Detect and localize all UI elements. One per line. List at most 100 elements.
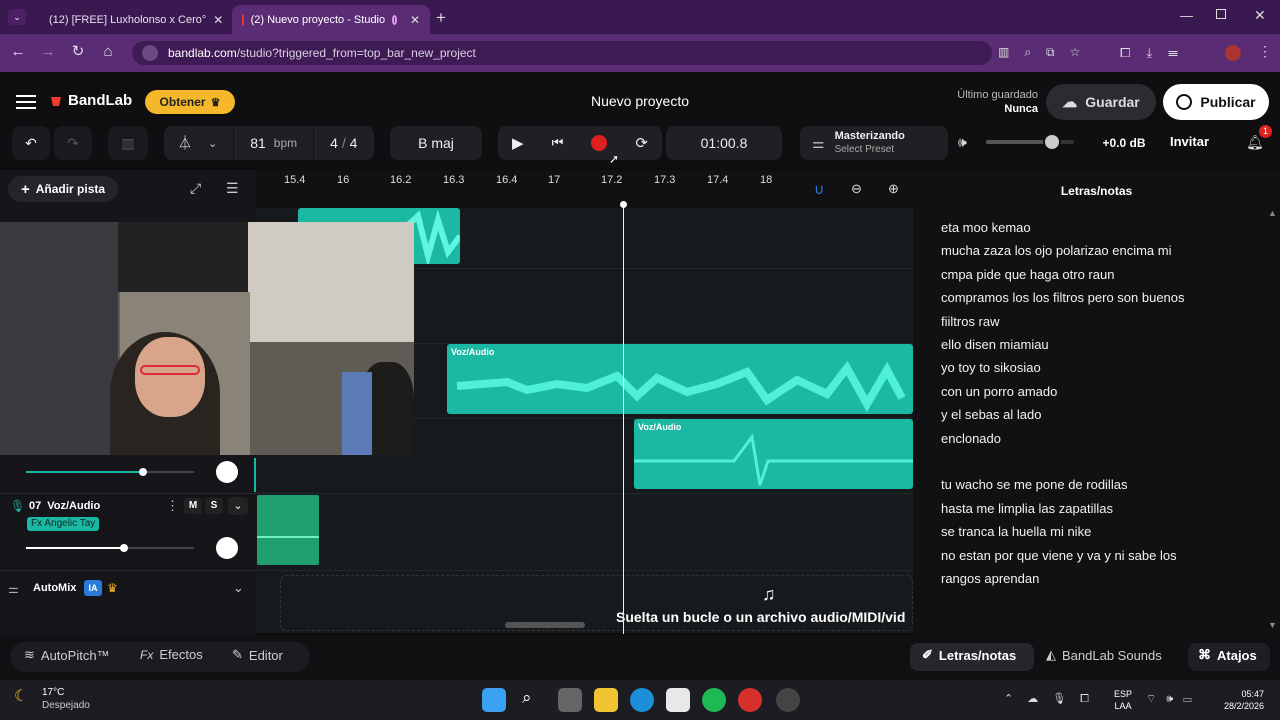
mastering-title: Masterizando xyxy=(834,130,905,142)
track-volume-knob[interactable] xyxy=(139,468,147,476)
skip-back-icon[interactable]: ⏮ xyxy=(552,135,564,151)
effects-button[interactable]: Fx Efectos xyxy=(140,647,203,662)
close-icon[interactable]: ✕ xyxy=(410,13,420,27)
track-volume-slider[interactable] xyxy=(26,468,194,476)
system-tray-icons[interactable]: ⌃☁🎙⧠ xyxy=(1004,692,1103,706)
editor-button[interactable]: ✎ Editor xyxy=(232,647,283,663)
key-selector[interactable]: B maj xyxy=(390,126,482,160)
start-icon[interactable] xyxy=(482,688,506,712)
lyrics-line: hasta me limplia las zapatillas xyxy=(941,500,1113,516)
master-volume-slider[interactable] xyxy=(986,133,1074,151)
solo-button[interactable]: S xyxy=(205,498,223,514)
automix-label[interactable]: AutoMix xyxy=(33,582,76,594)
recorder-icon[interactable] xyxy=(776,688,800,712)
home-icon[interactable]: ⌂ xyxy=(98,42,118,62)
webcam-overlay xyxy=(0,222,414,455)
window-close-icon[interactable]: ✕ xyxy=(1254,7,1266,24)
drop-hint: Suelta un bucle o un archivo audio/MIDI/… xyxy=(616,609,906,625)
autopitch-button[interactable]: ≋ AutoPitch™ xyxy=(24,647,110,663)
lyrics-line: se tranca la huella mi nike xyxy=(941,524,1092,540)
tab-bandlab-sounds[interactable]: ◭ BandLab Sounds xyxy=(1046,647,1162,663)
publish-button[interactable]: Publicar xyxy=(1163,84,1269,120)
edge-icon[interactable] xyxy=(630,688,654,712)
forward-icon[interactable]: → xyxy=(38,42,58,62)
task-view-icon[interactable] xyxy=(558,688,582,712)
language-indicator[interactable]: ESP LAA xyxy=(1114,688,1132,712)
track-volume-knob[interactable] xyxy=(120,544,128,552)
moon-icon: ☾ xyxy=(14,688,29,705)
automation-icon[interactable]: ⤢ xyxy=(190,180,201,197)
tab-lyrics[interactable]: ✐ Letras/notas xyxy=(922,647,1016,663)
url-input[interactable]: bandlab.com/studio?triggered_from=top_ba… xyxy=(132,41,992,65)
undo-button[interactable]: ↶ xyxy=(12,126,50,160)
add-track-button[interactable]: + Añadir pista xyxy=(8,176,118,202)
shortcuts-button[interactable]: ⌘ Atajos xyxy=(1198,647,1257,663)
autopitch-icon: ≋ xyxy=(24,647,35,662)
bpm-value[interactable]: 81 xyxy=(250,135,266,151)
address-bar-actions[interactable]: ▥⌕⧉☆ xyxy=(998,45,1095,60)
audio-clip[interactable]: Voz/Audio xyxy=(634,419,913,489)
bandlab-logo[interactable]: BandLab xyxy=(48,92,132,109)
playhead[interactable] xyxy=(623,204,624,634)
close-icon[interactable]: ✕ xyxy=(213,13,223,27)
metronome-icon[interactable]: ⏃ xyxy=(178,133,192,153)
zoom-out-icon[interactable]: ⊖ xyxy=(851,181,862,197)
profile-avatar[interactable] xyxy=(1225,45,1241,61)
maximize-icon[interactable] xyxy=(1216,9,1226,19)
track-7-title[interactable]: 07 Voz/Audio xyxy=(29,500,100,512)
track-volume-slider[interactable] xyxy=(26,544,194,552)
cloud-upload-icon: ☁ xyxy=(1062,94,1078,111)
mute-button[interactable]: M xyxy=(184,498,202,514)
tab-youtube[interactable]: (12) [FREE] Luxholonso x Cero° ✕ xyxy=(32,5,228,34)
reload-icon[interactable]: ↻ xyxy=(68,42,88,62)
invite-button[interactable]: Invitar xyxy=(1170,134,1209,149)
new-tab-icon[interactable]: + xyxy=(436,8,446,28)
chrome-icon[interactable] xyxy=(738,688,762,712)
save-button[interactable]: ☁ Guardar xyxy=(1046,84,1156,120)
chevron-down-icon[interactable]: ⌄ xyxy=(228,497,248,515)
track-number: 07 xyxy=(29,500,42,512)
time-signature[interactable]: 4 / 4 xyxy=(330,135,357,151)
chevron-down-icon[interactable]: ⌄ xyxy=(233,580,244,596)
file-explorer-icon[interactable] xyxy=(594,688,618,712)
hamburger-menu-icon[interactable] xyxy=(16,95,36,109)
scroll-down-icon[interactable]: ▼ xyxy=(1268,620,1277,630)
pan-knob[interactable] xyxy=(216,461,238,483)
browser-toolbar-icons[interactable]: ⧠⤓☰ xyxy=(1120,45,1194,61)
redo-button[interactable]: ↷ xyxy=(54,126,92,160)
browser-menu-icon[interactable]: ⋮ xyxy=(1258,43,1272,60)
clock[interactable]: 05:47 28/2/2026 xyxy=(1216,688,1264,712)
chevron-down-icon[interactable]: ⌄ xyxy=(208,137,217,150)
volume-knob[interactable] xyxy=(1043,133,1061,151)
track-settings-icon[interactable]: ☰ xyxy=(226,180,239,197)
site-info-icon[interactable] xyxy=(142,45,158,61)
page-title[interactable]: Nuevo proyecto xyxy=(540,93,740,109)
audio-clip[interactable] xyxy=(257,495,319,565)
recording-indicator-icon xyxy=(392,14,397,25)
volume-icon[interactable]: 🕪 xyxy=(958,134,967,151)
track-menu-icon[interactable]: ⋮ xyxy=(166,498,179,514)
scroll-up-icon[interactable]: ▲ xyxy=(1268,208,1277,218)
weather-widget[interactable]: 17°C Despejado xyxy=(42,686,90,712)
horizontal-scrollbar[interactable] xyxy=(505,622,585,628)
loop-icon[interactable]: ⟳ xyxy=(635,134,648,152)
search-icon[interactable]: ⌕ xyxy=(522,688,532,708)
audio-clip[interactable]: Voz/Audio xyxy=(447,344,913,414)
minimize-icon[interactable]: — xyxy=(1180,8,1193,23)
back-icon[interactable]: ← xyxy=(8,42,28,62)
store-icon[interactable] xyxy=(666,688,690,712)
network-volume-battery-icons[interactable]: ⌔🕪▭ xyxy=(1146,692,1202,706)
tab-bandlab[interactable]: (2) Nuevo proyecto - Studio ✕ xyxy=(232,5,430,34)
fx-badge[interactable]: Fx Angelic Tay xyxy=(27,517,100,531)
zoom-in-icon[interactable]: ⊕ xyxy=(888,181,899,197)
record-icon[interactable] xyxy=(591,135,608,151)
play-icon[interactable]: ▶ xyxy=(512,134,524,152)
keyboard-button[interactable]: ▥ xyxy=(108,126,148,160)
tab-list-chevron-icon[interactable]: ⌄ xyxy=(8,9,26,25)
spotify-icon[interactable] xyxy=(702,688,726,712)
playhead-handle[interactable] xyxy=(620,201,627,208)
mastering-button[interactable]: ⚌ Masterizando Select Preset xyxy=(800,126,948,160)
magnet-snap-icon[interactable]: ∪ xyxy=(814,181,824,198)
pan-knob[interactable] xyxy=(216,537,238,559)
obtener-button[interactable]: Obtener ♛ xyxy=(145,90,235,114)
